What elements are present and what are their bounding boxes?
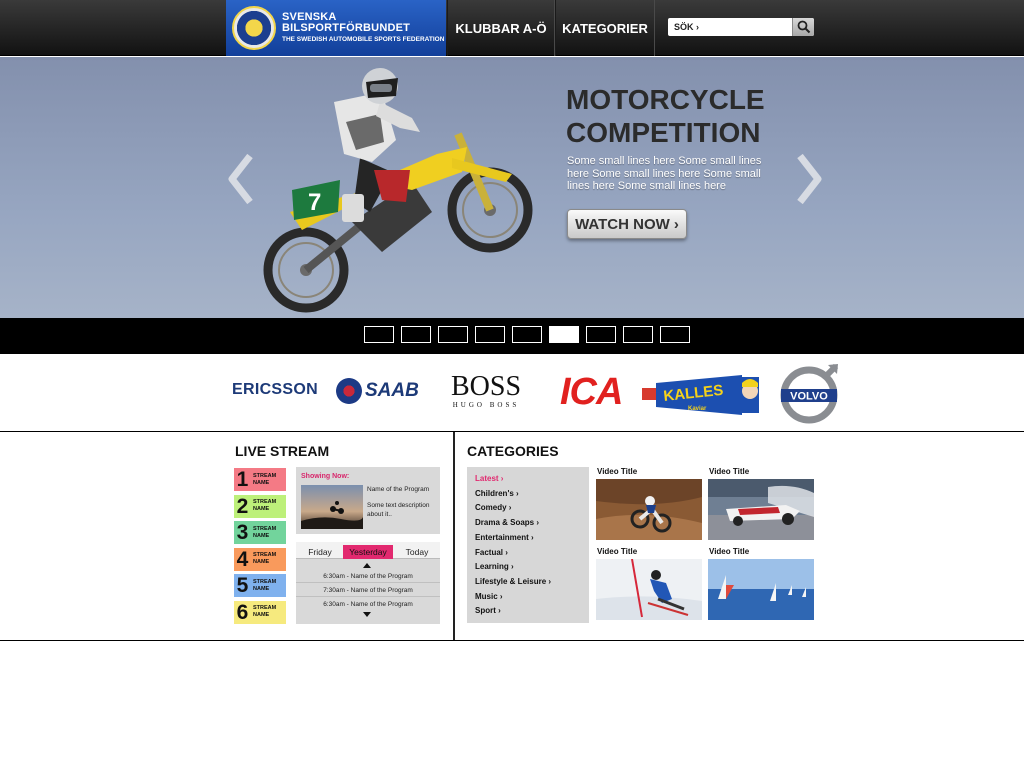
category-item[interactable]: Latest › — [475, 474, 503, 483]
kalles-kaviar-logo[interactable]: KALLES Kaviar — [642, 373, 759, 417]
watch-now-button[interactable]: WATCH NOW › — [567, 209, 687, 239]
pager-dot[interactable] — [438, 326, 468, 343]
skiing-video-thumbnail — [596, 559, 702, 620]
pager-dot[interactable] — [512, 326, 542, 343]
pager-dot[interactable] — [586, 326, 616, 343]
next-slide-arrow-icon[interactable] — [796, 152, 826, 206]
top-nav-bar: SVENSKA BILSPORTFÖRBUNDET THE SWEDISH AU… — [0, 0, 1024, 56]
stream-name: STREAM NAME — [253, 499, 277, 512]
stream-name: STREAM NAME — [253, 578, 277, 592]
search-input[interactable] — [668, 18, 792, 36]
hero-title: MOTORCYCLE COMPETITION — [566, 84, 765, 148]
nav-klubbar[interactable]: KLUBBAR A-Ö — [447, 0, 555, 56]
stream-name: STREAM NAME — [253, 605, 277, 618]
steering-wheel-emblem-icon — [232, 6, 276, 50]
pager-dot[interactable] — [364, 326, 394, 343]
schedule-row[interactable]: 7:30am - Name of the Program — [296, 584, 440, 597]
showing-now-panel[interactable]: Showing Now: Name of the Program Some te… — [296, 467, 440, 534]
category-item[interactable]: Music › — [475, 592, 503, 601]
scroll-down-arrow-icon[interactable] — [363, 612, 371, 617]
volvo-logo[interactable]: VOLVO — [778, 362, 840, 424]
tab-today[interactable]: Today — [396, 545, 438, 559]
saab-wordmark: SAAB — [365, 380, 419, 401]
federation-logo[interactable]: SVENSKA BILSPORTFÖRBUNDET THE SWEDISH AU… — [226, 0, 446, 56]
sponsor-strip: ERICSSON SAAB BOSS HUGO BOSS ICA KALLES … — [0, 354, 1024, 432]
video-title: Video Title — [709, 467, 750, 476]
stream-item[interactable]: 3 STREAM NAME — [234, 521, 286, 544]
category-item[interactable]: Children's › — [475, 489, 519, 498]
logo-subtitle: THE SWEDISH AUTOMOBILE SPORTS FEDERATION — [282, 36, 445, 44]
live-stream-title: LIVE STREAM — [235, 443, 330, 459]
program-name: Name of the Program — [367, 486, 430, 493]
showing-now-label: Showing Now: — [301, 473, 350, 480]
pager-dot[interactable] — [401, 326, 431, 343]
pager-dots — [364, 326, 690, 343]
category-item[interactable]: Entertainment › — [475, 533, 534, 542]
logo-title: SVENSKA BILSPORTFÖRBUNDET — [282, 11, 411, 35]
schedule-row[interactable]: 6:30am - Name of the Program — [296, 570, 440, 583]
hero-slider: 7 MOTORCYCLE COMPETITION Some small line… — [0, 57, 1024, 318]
video-title: Video Title — [597, 547, 638, 556]
category-list: Latest › Children's › Comedy › Drama & Soap… — [467, 467, 589, 623]
search-box — [668, 18, 814, 36]
drag-racing-video-thumbnail — [708, 479, 814, 540]
motocross-video-thumbnail — [596, 479, 702, 540]
stream-item[interactable]: 5 STREAM NAME — [234, 574, 286, 597]
hugo-boss-logo[interactable]: BOSS HUGO BOSS — [444, 371, 528, 410]
schedule-tabs: Friday Yesterday Today — [296, 542, 440, 559]
hugo-boss-subtitle: HUGO BOSS — [452, 401, 520, 409]
category-item[interactable]: Factual › — [475, 548, 508, 557]
pager-dot[interactable] — [549, 326, 579, 343]
categories-title: CATEGORIES — [467, 443, 559, 459]
hero-description: Some small lines here Some small lines h… — [567, 155, 762, 192]
stream-number: 1 — [236, 468, 249, 491]
video-title: Video Title — [709, 547, 750, 556]
category-item[interactable]: Sport › — [475, 606, 501, 615]
bike-number-label: 7 — [308, 189, 321, 216]
category-item[interactable]: Drama & Soaps › — [475, 518, 539, 527]
stream-number: 5 — [236, 574, 249, 597]
category-item[interactable]: Comedy › — [475, 503, 511, 512]
pager-dot[interactable] — [475, 326, 505, 343]
tab-yesterday[interactable]: Yesterday — [343, 545, 393, 559]
pager-dot[interactable] — [623, 326, 653, 343]
saab-griffin-icon — [336, 378, 362, 404]
kalles-subtitle: Kaviar — [688, 406, 707, 412]
showing-now-thumbnail — [301, 485, 363, 529]
tab-friday[interactable]: Friday — [300, 545, 340, 559]
stream-item[interactable]: 4 STREAM NAME — [234, 547, 286, 571]
content-section: LIVE STREAM 1 STREAM NAME 2 STREAM NAME 3 STR… — [0, 432, 1024, 641]
stream-number: 6 — [236, 600, 249, 624]
stream-number: 2 — [236, 494, 249, 518]
ica-logo[interactable]: ICA — [560, 371, 623, 414]
motocross-rider-image: 7 — [263, 68, 533, 313]
program-description: Some text description about it.. — [367, 502, 430, 518]
stream-item[interactable]: 2 STREAM NAME — [234, 494, 286, 518]
pager-dot[interactable] — [660, 326, 690, 343]
nav-kategorier[interactable]: KATEGORIER — [555, 0, 655, 56]
schedule-panel: Friday Yesterday Today 6:30am - Name of … — [296, 542, 440, 624]
stream-item[interactable]: 1 STREAM NAME — [234, 468, 286, 491]
boss-wordmark: BOSS — [450, 371, 522, 402]
stream-name: STREAM NAME — [253, 472, 277, 486]
section-divider — [453, 432, 455, 640]
saab-logo[interactable]: SAAB — [336, 378, 419, 404]
schedule-row[interactable]: 6:30am - Name of the Program — [296, 598, 440, 611]
stream-name: STREAM NAME — [253, 552, 277, 565]
stream-number: 4 — [236, 547, 249, 571]
video-title: Video Title — [597, 467, 638, 476]
search-icon — [797, 20, 811, 34]
stream-number: 3 — [236, 521, 249, 544]
sailing-video-thumbnail — [708, 559, 814, 620]
ericsson-logo[interactable]: ERICSSON — [232, 381, 318, 399]
search-button[interactable] — [792, 18, 814, 36]
slide-pager — [0, 318, 1024, 354]
volvo-wordmark: VOLVO — [790, 391, 828, 403]
category-item[interactable]: Lifestyle & Leisure › — [475, 577, 551, 586]
category-item[interactable]: Learning › — [475, 562, 514, 571]
stream-name: STREAM NAME — [253, 525, 277, 539]
scroll-up-arrow-icon[interactable] — [363, 563, 371, 568]
stream-item[interactable]: 6 STREAM NAME — [234, 600, 286, 624]
previous-slide-arrow-icon[interactable] — [224, 152, 254, 206]
